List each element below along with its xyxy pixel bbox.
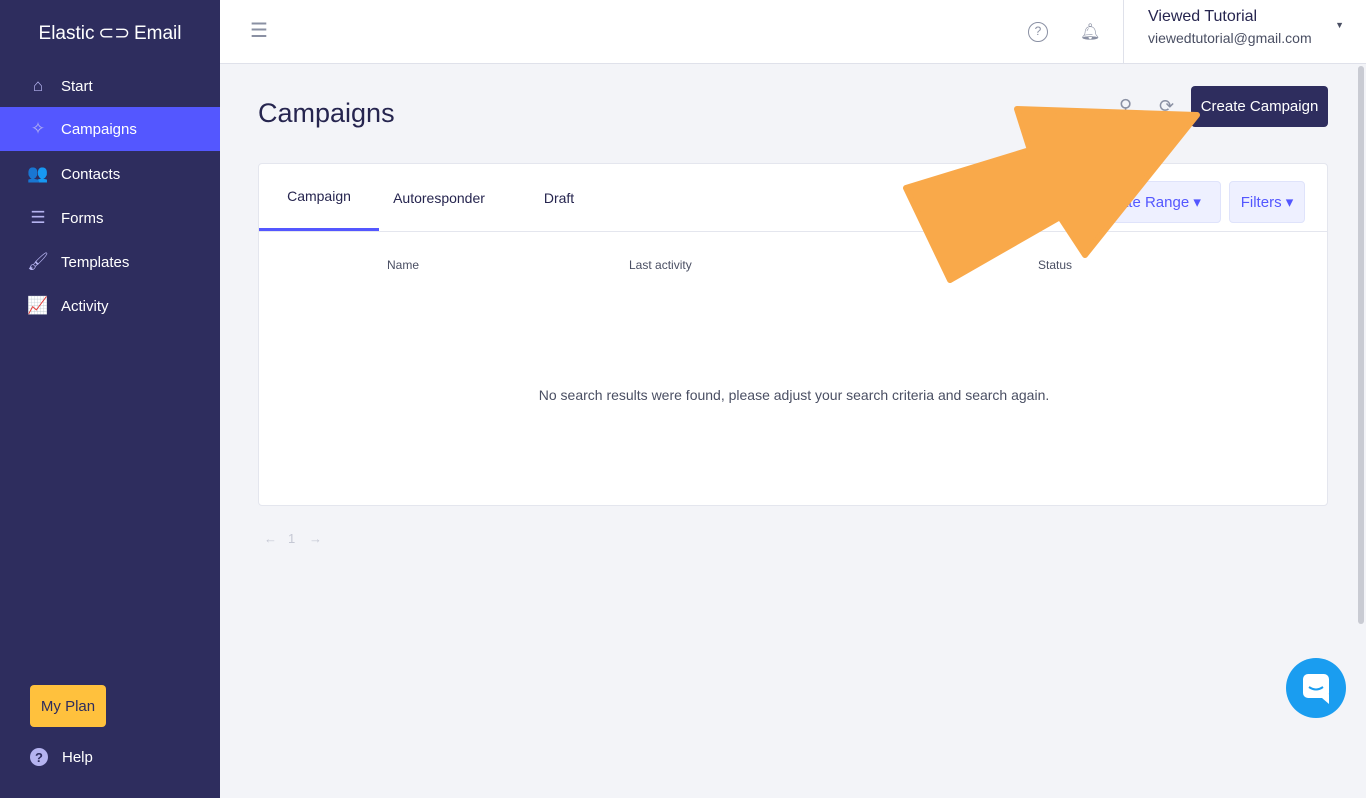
empty-message: No search results were found, please adj… [538,387,1050,403]
help-icon: ? [30,748,48,766]
top-bar: ☰ ? 🔔︎ Viewed Tutorial viewedtutorial@gm… [220,0,1366,64]
scrollbar[interactable] [1358,66,1364,624]
sidebar: Elastic ⊂⊃ Email ⌂ Start ✧ Campaigns 👥 Cont… [0,0,220,798]
sidebar-item-label: Forms [61,209,104,227]
sidebar-item-label: Templates [61,253,130,271]
chat-button[interactable] [1286,658,1346,718]
my-plan-button[interactable]: My Plan [30,685,106,727]
tab-draft[interactable]: Draft [499,164,619,231]
tab-autoresponder[interactable]: Autoresponder [379,164,499,231]
tab-campaign[interactable]: Campaign [259,164,379,231]
menu-icon[interactable]: ☰ [250,18,268,43]
next-page-button[interactable]: → [309,531,322,546]
brush-icon: 🖌 [27,252,49,271]
campaigns-card: Campaign Autoresponder Draft Date Range … [258,163,1328,506]
divider [259,231,1327,232]
caret-down-icon: ▼ [1335,20,1344,30]
prev-page-button[interactable]: ← [264,531,277,546]
user-menu[interactable]: Viewed Tutorial viewedtutorial@gmail.com… [1123,0,1366,64]
search-icon[interactable]: ⚲ [1119,96,1132,117]
sidebar-item-label: Contacts [61,165,121,183]
help-link[interactable]: ? Help [30,748,93,766]
users-icon: 👥 [27,164,49,183]
column-header-last-activity[interactable]: Last activity [629,258,692,272]
sidebar-item-label: Campaigns [61,120,137,138]
help-label: Help [62,748,93,766]
logo: Elastic ⊂⊃ Email [38,23,182,44]
refresh-icon[interactable]: ⟳ [1159,96,1174,117]
sidebar-item-label: Start [61,77,93,95]
sidebar-item-start[interactable]: ⌂ Start [0,64,220,108]
chat-icon [1303,674,1329,704]
create-campaign-button[interactable]: Create Campaign [1191,86,1328,127]
list-icon: ☰ [30,208,46,227]
sidebar-item-campaigns[interactable]: ✧ Campaigns [0,107,220,151]
sidebar-item-templates[interactable]: 🖌 Templates [0,240,220,284]
user-email: viewedtutorial@gmail.com [1148,30,1312,46]
magic-wand-icon: ✧ [30,119,46,138]
sidebar-item-label: Activity [61,297,109,315]
user-name: Viewed Tutorial [1148,8,1258,25]
sidebar-item-forms[interactable]: ☰ Forms [0,196,220,240]
bell-icon[interactable]: 🔔︎ [1080,22,1100,42]
column-header-name[interactable]: Name [387,258,419,272]
help-circle-icon[interactable]: ? [1028,22,1048,42]
sidebar-item-activity[interactable]: 📈 Activity [0,284,220,328]
column-header-status[interactable]: Status [1038,258,1072,272]
page-number[interactable]: 1 [288,531,295,546]
sidebar-item-contacts[interactable]: 👥 Contacts [0,152,220,196]
home-icon: ⌂ [32,76,44,95]
filters-button[interactable]: Filters ▾ [1229,181,1305,223]
chart-line-icon: 📈 [27,296,49,315]
date-range-button[interactable]: Date Range ▾ [1089,181,1221,223]
page-title: Campaigns [258,98,395,128]
